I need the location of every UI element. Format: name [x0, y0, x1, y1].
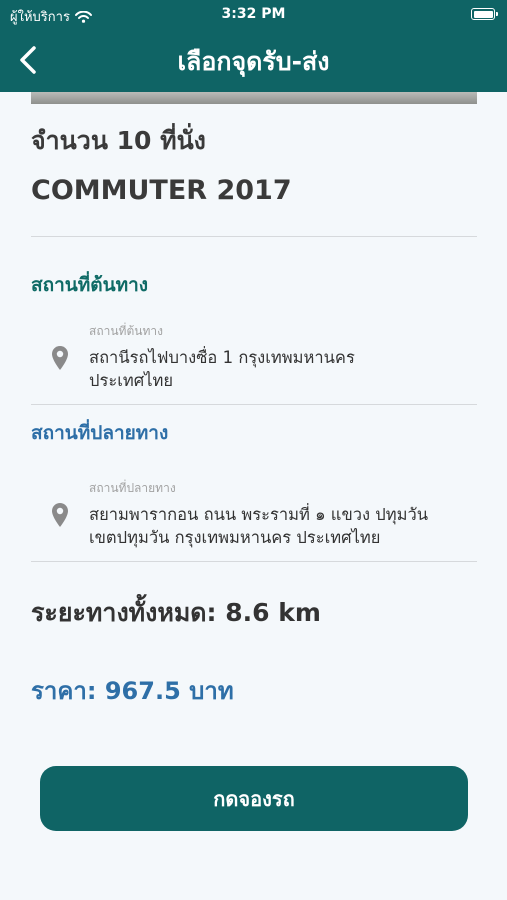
origin-address-line2: ประเทศไทย — [89, 371, 174, 390]
status-time: 3:32 PM — [221, 6, 286, 22]
divider — [31, 561, 477, 562]
book-vehicle-button[interactable]: กดจองรถ — [40, 766, 468, 831]
seat-count: จำนวน 10 ที่นั่ง — [31, 126, 206, 155]
destination-address-line2: เขตปทุมวัน กรุงเทพมหานคร ประเทศไทย — [89, 528, 381, 547]
origin-address-line1: สถานีรถไฟบางซื่อ 1 กรุงเทพมหานคร — [89, 348, 355, 367]
origin-caption: สถานที่ต้นทาง — [89, 324, 163, 338]
destination-address[interactable]: สยามพารากอน ถนน พระรามที่ ๑ แขวง ปทุมวัน… — [89, 503, 477, 549]
page-title: เลือกจุดรับ-ส่ง — [177, 47, 330, 76]
book-button-label: กดจองรถ — [213, 786, 295, 811]
vehicle-model: COMMUTER 2017 — [31, 175, 292, 206]
divider — [31, 404, 477, 405]
destination-caption: สถานที่ปลายทาง — [89, 481, 176, 495]
battery-icon — [471, 8, 498, 20]
header: ผู้ให้บริการ 3:32 PM เลือกจุดรับ-ส่ง — [0, 0, 507, 92]
destination-address-line1: สยามพารากอน ถนน พระรามที่ ๑ แขวง ปทุมวัน — [89, 505, 429, 524]
origin-address[interactable]: สถานีรถไฟบางซื่อ 1 กรุงเทพมหานคร ประเทศไ… — [89, 346, 477, 392]
origin-section-title: สถานที่ต้นทาง — [31, 274, 149, 296]
destination-section-title: สถานที่ปลายทาง — [31, 422, 169, 444]
location-pin-icon — [52, 503, 68, 527]
location-pin-icon — [52, 346, 68, 370]
price: ราคา: 967.5 บาท — [31, 677, 234, 705]
total-distance: ระยะทางทั้งหมด: 8.6 km — [31, 598, 321, 627]
vehicle-image — [31, 92, 477, 104]
status-bar: ผู้ให้บริการ 3:32 PM — [0, 0, 507, 28]
divider — [31, 236, 477, 237]
